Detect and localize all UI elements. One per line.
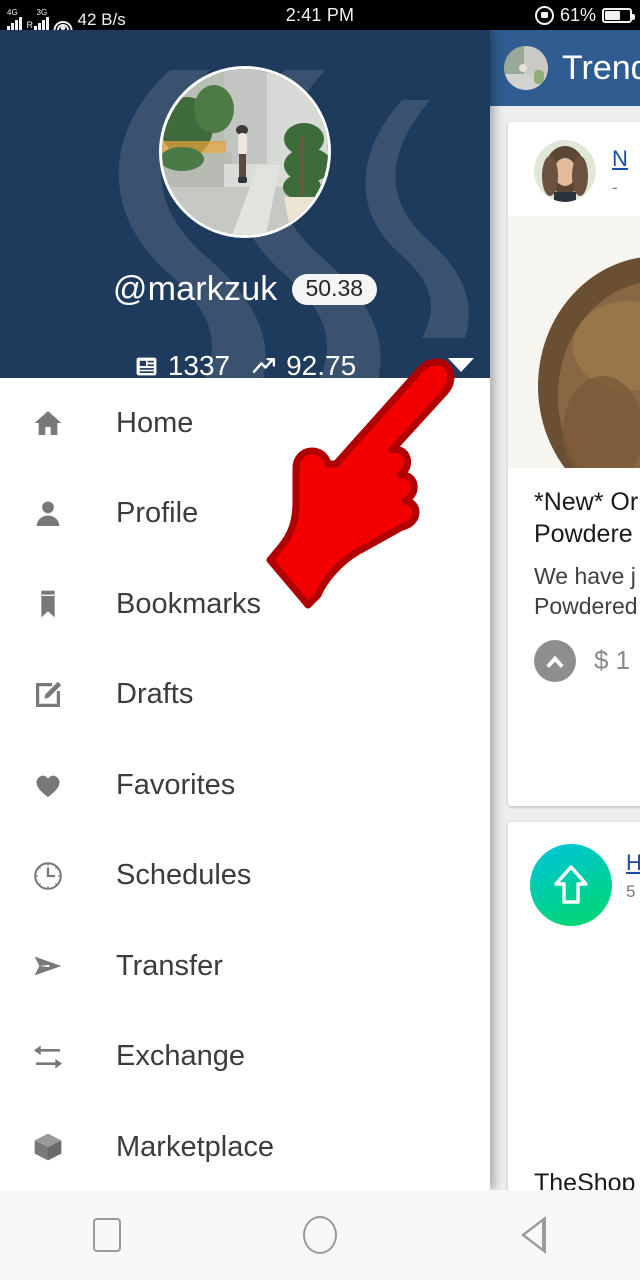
menu-item-bookmarks[interactable]: Bookmarks — [0, 559, 490, 650]
circle-home-icon — [302, 1216, 337, 1254]
profile-username[interactable]: @markzuk — [113, 270, 278, 309]
post-subtitle: 5 — [626, 882, 636, 901]
post-card[interactable]: H 5 TheShop — [508, 822, 640, 1220]
cube-box-icon — [26, 1125, 70, 1169]
post-card[interactable]: N - *New* Or Powdere We have j Powdered … — [508, 122, 640, 806]
post-actions: $ 1 — [508, 622, 640, 682]
send-arrow-icon — [26, 944, 70, 988]
post-count-value: 1337 — [167, 350, 231, 378]
post-header: N - — [508, 122, 640, 202]
square-recents-icon — [92, 1218, 121, 1252]
post-meta: H 5 — [626, 844, 640, 902]
upvote-chevron-icon — [546, 655, 564, 668]
edit-square-icon — [26, 673, 70, 717]
menu-item-exchange[interactable]: Exchange — [0, 1012, 490, 1103]
menu-item-profile[interactable]: Profile — [0, 469, 490, 560]
drawer-menu: Home Profile Bookmarks Drafts Favorites … — [0, 378, 490, 1190]
app-bar-avatar[interactable] — [504, 46, 548, 90]
profile-photo-image — [162, 69, 328, 235]
post-image[interactable] — [508, 216, 640, 468]
recents-button[interactable] — [47, 1190, 167, 1280]
heart-icon — [26, 763, 70, 807]
menu-item-schedules[interactable]: Schedules — [0, 831, 490, 922]
post-header: H 5 — [508, 822, 640, 926]
menu-label: Drafts — [116, 678, 194, 711]
home-button[interactable] — [260, 1190, 380, 1280]
post-title-line-1: *New* Or — [534, 488, 639, 516]
user-avatar-icon — [504, 46, 548, 90]
menu-label: Home — [116, 406, 194, 439]
menu-label: Favorites — [116, 768, 236, 801]
android-navigation-bar — [0, 1190, 640, 1280]
back-button[interactable] — [473, 1190, 593, 1280]
bookmark-icon — [26, 582, 70, 626]
post-payout[interactable]: $ 1 — [594, 645, 630, 676]
swap-arrows-icon — [26, 1035, 70, 1079]
post-author-link[interactable]: N — [612, 146, 628, 172]
clock-icon — [26, 854, 70, 898]
post-count-stat: 1337 — [134, 350, 230, 378]
post-subtitle: - — [612, 178, 618, 197]
reputation-badge: 50.38 — [291, 274, 378, 305]
voting-power-stat: 92.75 — [252, 350, 356, 378]
phone-screen: Trend — [0, 0, 640, 1280]
profile-avatar[interactable] — [159, 66, 331, 238]
app-bar-title: Trend — [562, 48, 640, 87]
menu-item-home[interactable]: Home — [0, 378, 490, 469]
post-title-line-2: Powdere — [534, 520, 633, 548]
avatar-image — [534, 140, 596, 202]
voting-power-value: 92.75 — [286, 350, 357, 378]
battery-icon — [602, 7, 635, 23]
article-icon — [136, 357, 157, 375]
post-body-line-2: Powdered — [534, 592, 638, 619]
menu-label: Transfer — [116, 949, 223, 982]
person-icon — [26, 492, 70, 536]
status-bar-right: 61% — [534, 4, 635, 26]
navigation-drawer: @markzuk 50.38 1337 92.75 Home Profile B… — [0, 30, 490, 1190]
trending-up-icon — [252, 357, 276, 373]
home-icon — [26, 401, 70, 445]
menu-item-transfer[interactable]: Transfer — [0, 921, 490, 1012]
post-body: We have j Powdered — [508, 550, 640, 622]
menu-item-drafts[interactable]: Drafts — [0, 650, 490, 741]
up-arrow-gradient-icon — [554, 865, 588, 904]
upvote-button[interactable] — [534, 639, 576, 682]
caret-down-icon[interactable] — [448, 358, 474, 372]
post-body-line-1: We have j — [534, 563, 636, 589]
rotation-lock-icon — [534, 5, 554, 25]
triangle-back-icon — [520, 1216, 546, 1254]
post-meta: N - — [612, 140, 628, 198]
battery-percent-label: 61% — [559, 4, 596, 25]
menu-label: Exchange — [116, 1040, 245, 1073]
status-bar: 4G R 3G 42 B/s 2:41 PM 61% — [0, 0, 640, 30]
post-photo — [508, 216, 640, 468]
post-author-link[interactable]: H — [626, 850, 640, 876]
profile-identity: @markzuk 50.38 — [0, 270, 490, 309]
menu-label: Schedules — [116, 859, 252, 892]
post-title[interactable]: *New* Or Powdere — [508, 468, 640, 550]
menu-label: Profile — [116, 497, 199, 530]
profile-stats: 1337 92.75 — [0, 350, 490, 378]
post-avatar[interactable] — [530, 844, 612, 926]
menu-label: Bookmarks — [116, 587, 262, 620]
menu-item-marketplace[interactable]: Marketplace — [0, 1102, 490, 1190]
post-avatar[interactable] — [534, 140, 596, 202]
menu-item-favorites[interactable]: Favorites — [0, 740, 490, 831]
menu-label: Marketplace — [116, 1130, 274, 1163]
drawer-header[interactable]: @markzuk 50.38 1337 92.75 — [0, 30, 490, 378]
